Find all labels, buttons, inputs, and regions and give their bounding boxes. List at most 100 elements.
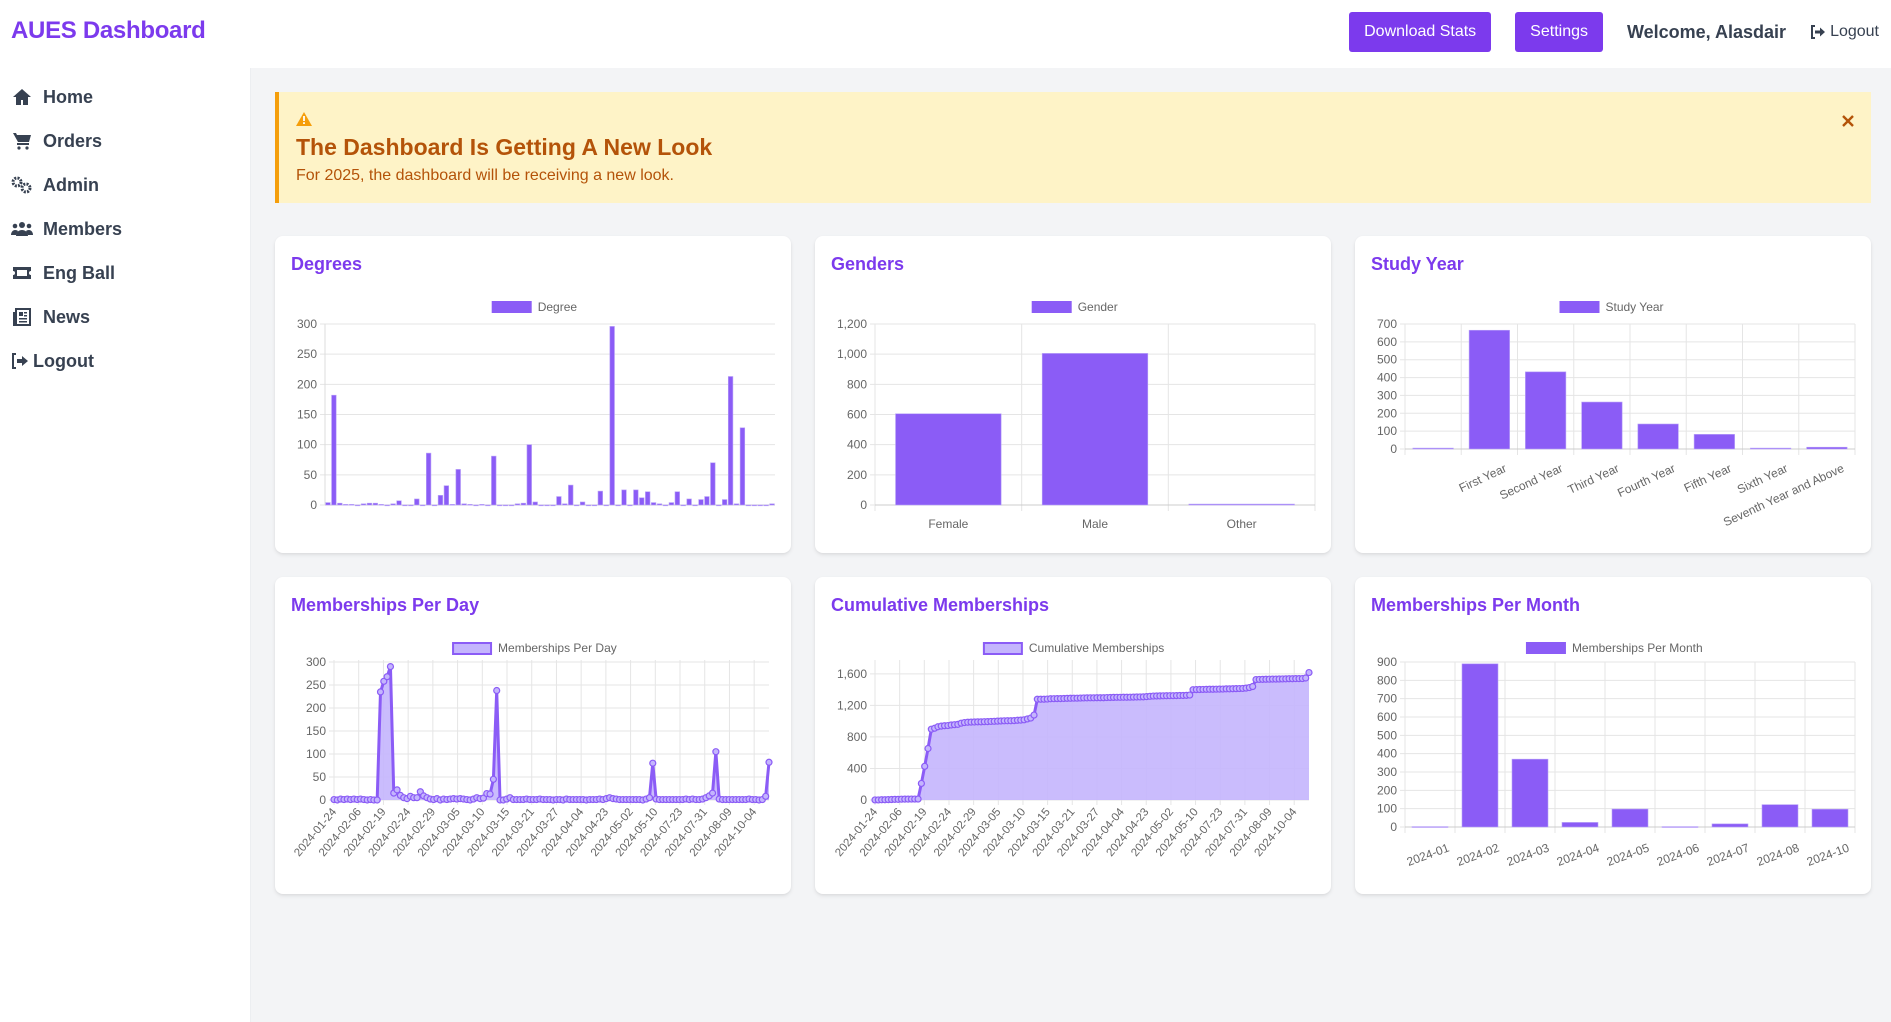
bar xyxy=(437,495,444,506)
bar xyxy=(408,504,414,507)
y-tick-label: 0 xyxy=(860,793,867,807)
warning-icon xyxy=(296,112,312,126)
bar xyxy=(1411,826,1449,828)
x-tick-label: Third Year xyxy=(1566,461,1621,497)
bar xyxy=(639,497,645,506)
bar xyxy=(733,503,740,506)
x-tick-label: Fourth Year xyxy=(1615,461,1677,500)
bar xyxy=(1525,371,1567,450)
bar xyxy=(1188,503,1295,506)
y-tick-label: 800 xyxy=(847,730,867,744)
bar xyxy=(473,504,479,507)
sidebar-item-news[interactable]: News xyxy=(11,305,90,329)
data-point xyxy=(1305,668,1313,677)
y-tick-label: 300 xyxy=(1377,765,1397,779)
bar xyxy=(645,491,651,506)
y-tick-label: 0 xyxy=(860,498,867,512)
legend-swatch xyxy=(452,642,493,655)
bar xyxy=(366,502,373,506)
sidebar-item-members[interactable]: Members xyxy=(11,217,122,241)
sidebar-item-orders[interactable]: Orders xyxy=(11,129,102,153)
bar xyxy=(455,469,461,506)
bar xyxy=(414,498,420,506)
y-tick-label: 900 xyxy=(1377,655,1397,669)
x-tick-label: 2024-01 xyxy=(1405,841,1451,869)
bar xyxy=(722,499,728,506)
y-tick-label: 200 xyxy=(847,468,867,482)
data-point xyxy=(393,786,401,794)
bar xyxy=(449,504,455,506)
card-study-year: Study Year Study Year 0 100 200 300 400 500 600… xyxy=(1355,236,1871,553)
card-genders: Genders Gender 0 200 400 600 800 1,000 1,200 Fem… xyxy=(815,236,1331,553)
alert-message: For 2025, the dashboard will be receivin… xyxy=(296,167,674,184)
y-tick-label: 100 xyxy=(297,438,317,452)
sidebar-item-home[interactable]: Home xyxy=(11,85,93,109)
bar xyxy=(526,444,532,506)
legend-label: Study Year xyxy=(1606,300,1664,314)
settings-button[interactable]: Settings xyxy=(1515,12,1603,52)
legend-label: Cumulative Memberships xyxy=(1029,641,1164,655)
y-tick-label: 300 xyxy=(306,655,326,669)
bar xyxy=(668,502,674,506)
bar xyxy=(597,490,603,506)
bar xyxy=(497,504,503,507)
data-point xyxy=(386,662,395,671)
x-tick-label: 2024-04 xyxy=(1555,841,1601,869)
y-tick-label: 0 xyxy=(1390,442,1397,456)
x-tick-label: Fifth Year xyxy=(1682,461,1734,495)
bar xyxy=(544,504,550,507)
series-line xyxy=(333,666,771,802)
download-stats-button[interactable]: Download Stats xyxy=(1349,12,1492,52)
y-tick-label: 0 xyxy=(310,498,317,512)
y-tick-label: 200 xyxy=(297,377,317,391)
data-point xyxy=(762,792,770,800)
bar xyxy=(390,503,396,506)
cogs-icon xyxy=(11,175,33,195)
y-tick-label: 500 xyxy=(1377,353,1397,367)
bar xyxy=(556,496,562,506)
memberships-per-day-chart: Memberships Per Day050100150200250300202… xyxy=(292,641,773,859)
y-tick-label: 0 xyxy=(1390,820,1397,834)
bar xyxy=(1468,329,1510,450)
bar xyxy=(467,504,473,506)
bar xyxy=(538,504,544,507)
memberships-per-month-chart: Memberships Per Month 0 100 200 300 400 500 600… xyxy=(1377,641,1856,869)
bar xyxy=(716,504,722,507)
sidebar: Home Orders Admin Members Eng Ball News … xyxy=(0,68,251,1022)
sidebar-item-eng-ball[interactable]: Eng Ball xyxy=(11,261,115,285)
y-tick-label: 200 xyxy=(1377,783,1397,797)
genders-chart: Gender 0 200 400 600 800 1,000 1,200 Female Male O… xyxy=(837,300,1316,531)
x-tick-label: 2024-05 xyxy=(1605,841,1651,869)
legend-swatch xyxy=(1525,642,1566,654)
bar xyxy=(514,503,521,506)
sign-out-icon xyxy=(1811,25,1826,39)
y-tick-label: 400 xyxy=(1377,747,1397,761)
bar xyxy=(603,504,609,507)
bar xyxy=(1581,401,1623,450)
y-tick-label: 0 xyxy=(319,793,326,807)
brand-title[interactable]: AUES Dashboard xyxy=(11,17,206,45)
bar xyxy=(1511,758,1549,828)
header-logout-link[interactable]: Logout xyxy=(1810,23,1879,41)
bar xyxy=(461,503,467,506)
legend-swatch xyxy=(491,301,532,313)
bar xyxy=(727,376,734,506)
bar xyxy=(443,485,449,506)
bar xyxy=(769,503,775,506)
sidebar-item-admin[interactable]: Admin xyxy=(11,173,99,197)
bar xyxy=(402,504,408,507)
x-tick-label: 2024-10 xyxy=(1805,841,1851,869)
close-icon[interactable] xyxy=(1840,113,1856,129)
legend-label: Memberships Per Day xyxy=(498,641,617,655)
bar xyxy=(757,504,763,507)
legend-swatch xyxy=(1031,301,1072,313)
y-tick-label: 1,000 xyxy=(837,347,867,361)
bar xyxy=(431,504,438,507)
bar xyxy=(568,484,574,506)
bar xyxy=(710,462,716,506)
legend-swatch xyxy=(1559,301,1600,313)
data-point xyxy=(1249,682,1257,691)
y-tick-label: 600 xyxy=(1377,335,1397,349)
sidebar-item-logout[interactable]: Logout xyxy=(11,349,94,373)
bar xyxy=(609,326,615,506)
